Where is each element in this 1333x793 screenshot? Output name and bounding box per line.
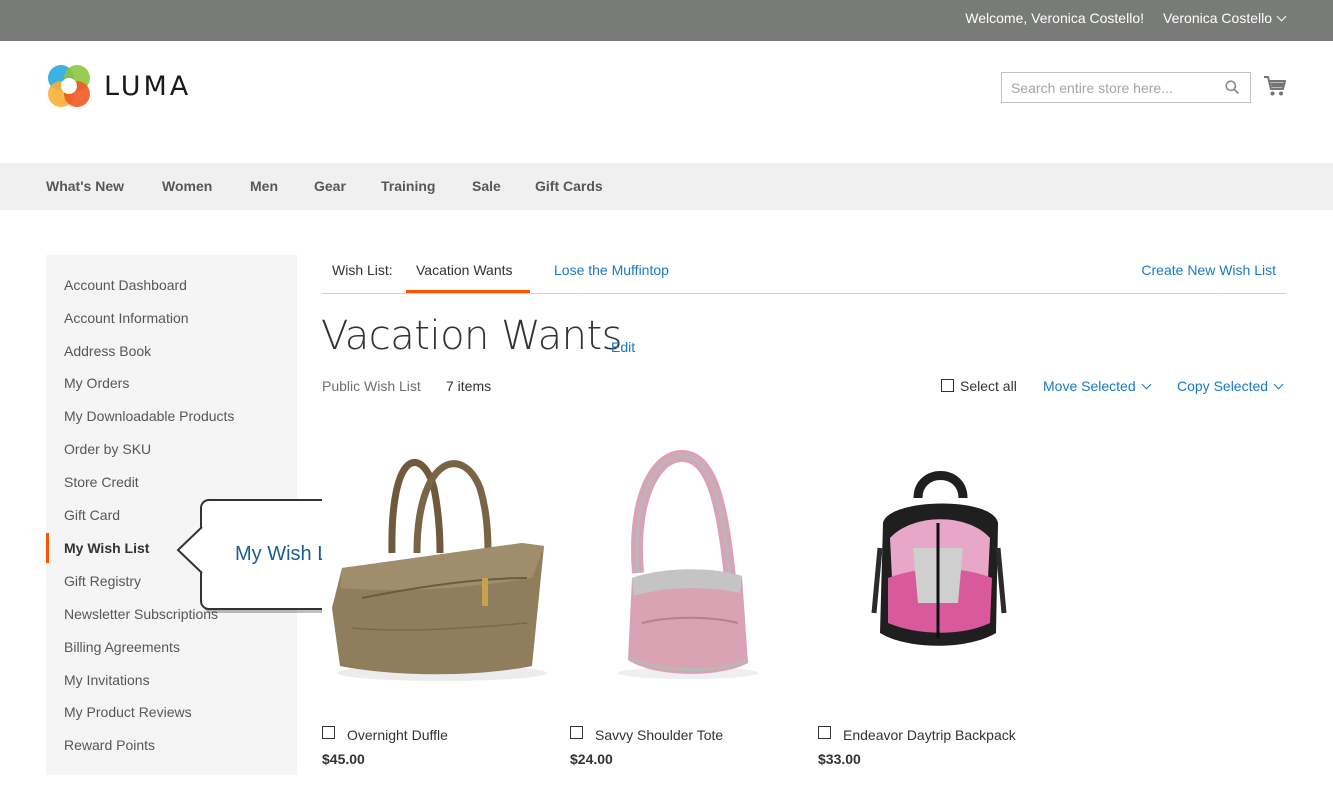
item-select-checkbox[interactable] [570,726,583,739]
chevron-down-icon [1141,379,1152,390]
nav-item-men[interactable]: Men [250,178,278,194]
nav-item-sale[interactable]: Sale [472,178,501,194]
move-selected-label: Move Selected [1043,378,1136,394]
product-name[interactable]: Endeavor Daytrip Backpack [843,727,1016,743]
sidebar-item-newsletter-subscriptions[interactable]: Newsletter Subscriptions [64,606,218,622]
nav-item-women[interactable]: Women [162,178,212,194]
nav-item-gift-cards[interactable]: Gift Cards [535,178,603,194]
account-name: Veronica Costello [1163,10,1272,26]
main-navigation: What's New Women Men Gear Training Sale … [0,163,1333,210]
tab-vacation-wants[interactable]: Vacation Wants [416,262,513,278]
edit-wishlist-link[interactable]: Edit [611,339,635,355]
product-name[interactable]: Savvy Shoulder Tote [595,727,723,743]
sidebar-item-reward-points[interactable]: Reward Points [64,737,155,753]
sidebar-item-billing-agreements[interactable]: Billing Agreements [64,639,180,655]
sidebar-item-my-wish-list[interactable]: My Wish List [64,540,149,556]
chevron-down-icon [1273,379,1284,390]
product-price: $33.00 [818,751,861,767]
wishlist-visibility: Public Wish List [322,378,421,394]
sidebar-item-gift-registry[interactable]: Gift Registry [64,573,141,589]
logo-text: LUMA [104,71,192,102]
wishlist-tabs: Wish List: Vacation Wants Lose the Muffi… [322,255,1286,294]
select-all-control[interactable]: Select all [941,378,1017,394]
wishlist-item: Endeavor Daytrip Backpack $33.00 [818,428,1058,768]
tab-lose-the-muffintop[interactable]: Lose the Muffintop [554,262,669,278]
active-item-indicator [46,533,49,563]
item-select-checkbox[interactable] [818,726,831,739]
shopping-cart-icon[interactable] [1263,74,1287,98]
backpack-photo[interactable] [818,428,1056,704]
sidebar-item-my-downloadable-products[interactable]: My Downloadable Products [64,408,234,424]
account-menu[interactable]: Veronica Costello [1163,10,1287,26]
sidebar-item-account-dashboard[interactable]: Account Dashboard [64,277,187,293]
move-selected-dropdown[interactable]: Move Selected [1043,378,1152,394]
product-price: $45.00 [322,751,365,767]
wishlist-item-count: 7 items [446,378,492,394]
wishlist-tabs-label: Wish List: [332,262,393,278]
luma-logo[interactable]: LUMA [46,63,196,109]
copy-selected-dropdown[interactable]: Copy Selected [1177,378,1284,394]
welcome-message: Welcome, Veronica Costello! [965,10,1144,26]
sidebar-item-gift-card[interactable]: Gift Card [64,507,120,523]
shoulder-tote-photo[interactable] [570,428,808,704]
page-title: Vacation Wants [321,313,623,359]
select-all-checkbox[interactable] [941,378,954,392]
duffle-bag-photo[interactable] [322,428,560,704]
search-icon[interactable] [1225,80,1239,94]
wishlist-item: Overnight Duffle $45.00 [322,428,562,768]
chevron-down-icon [1276,11,1287,22]
select-all-label: Select all [960,378,1017,394]
sidebar-item-my-invitations[interactable]: My Invitations [64,672,150,688]
active-tab-indicator [406,290,530,293]
sidebar-item-my-product-reviews[interactable]: My Product Reviews [64,704,192,720]
search-box [1001,72,1251,103]
luma-logo-icon [48,65,90,107]
sidebar-item-order-by-sku[interactable]: Order by SKU [64,441,151,457]
sidebar-item-account-information[interactable]: Account Information [64,310,189,326]
callout-pointer [176,527,203,573]
sidebar-item-store-credit[interactable]: Store Credit [64,474,139,490]
product-price: $24.00 [570,751,613,767]
wishlist-item: Savvy Shoulder Tote $24.00 [570,428,810,768]
sidebar-item-my-orders[interactable]: My Orders [64,375,129,391]
product-name[interactable]: Overnight Duffle [347,727,448,743]
copy-selected-label: Copy Selected [1177,378,1269,394]
sidebar-item-address-book[interactable]: Address Book [64,343,151,359]
top-bar: Welcome, Veronica Costello! Veronica Cos… [0,0,1333,41]
nav-item-training[interactable]: Training [381,178,435,194]
create-new-wish-list-link[interactable]: Create New Wish List [1141,262,1276,278]
nav-item-whats-new[interactable]: What's New [46,178,124,194]
search-input[interactable] [1002,73,1212,102]
item-select-checkbox[interactable] [322,726,335,739]
nav-item-gear[interactable]: Gear [314,178,346,194]
